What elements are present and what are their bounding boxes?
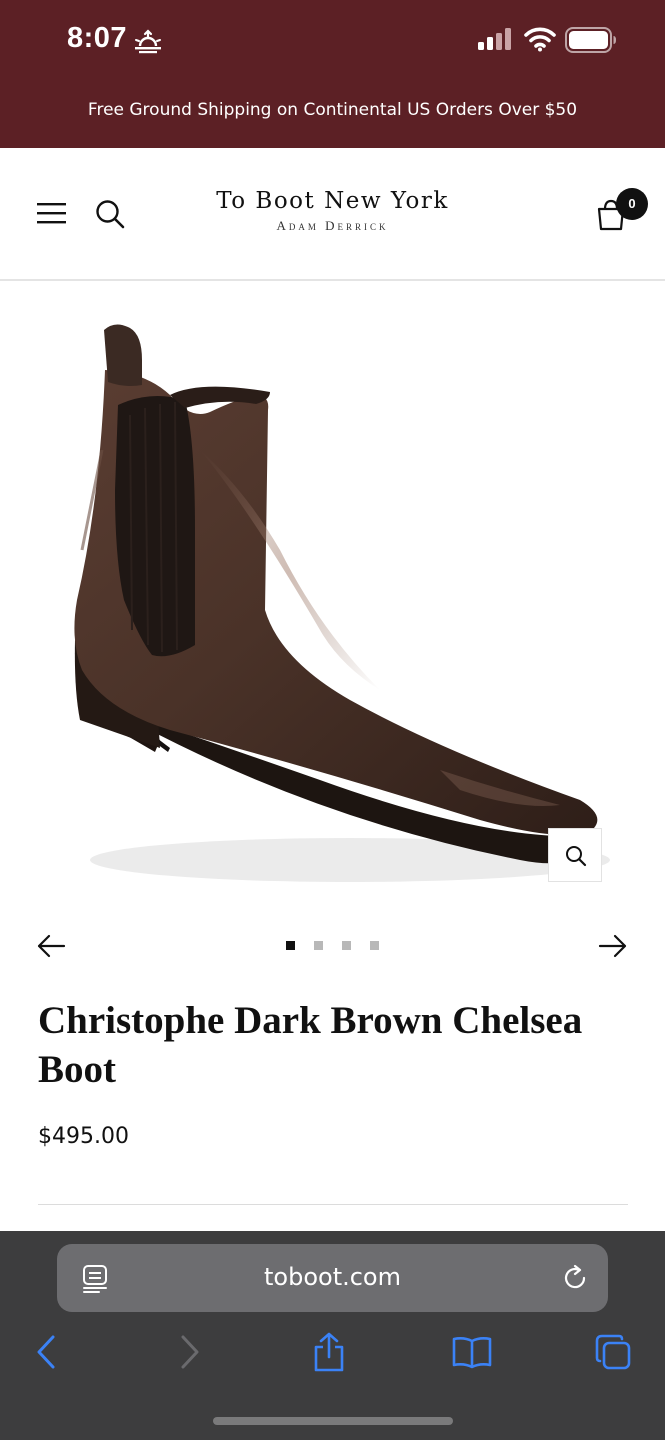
pagination-dot[interactable] — [342, 941, 351, 950]
battery-icon — [565, 27, 616, 53]
address-bar[interactable]: toboot.com — [57, 1244, 608, 1312]
pagination-dot[interactable] — [314, 941, 323, 950]
divider — [38, 1204, 628, 1205]
previous-image-arrow-icon[interactable] — [36, 933, 66, 959]
logo-main-text: To Boot New York — [216, 188, 449, 214]
status-bar: 8:07 — [0, 0, 665, 80]
site-header: To Boot New York Adam Derrick 0 — [0, 148, 665, 281]
status-time: 8:07 — [67, 22, 128, 54]
pagination-dot[interactable] — [370, 941, 379, 950]
next-image-arrow-icon[interactable] — [598, 933, 628, 959]
home-indicator — [213, 1417, 453, 1425]
site-logo[interactable]: To Boot New York Adam Derrick — [180, 188, 485, 234]
zoom-button[interactable] — [548, 828, 602, 882]
tabs-icon[interactable] — [594, 1333, 632, 1371]
wifi-icon — [524, 27, 556, 52]
browser-toolbar: toboot.com — [0, 1231, 665, 1440]
share-icon[interactable] — [312, 1331, 346, 1373]
forward-icon[interactable] — [178, 1334, 202, 1370]
promo-banner-text[interactable]: Free Ground Shipping on Continental US O… — [0, 100, 665, 120]
product-image[interactable] — [20, 300, 640, 910]
back-icon[interactable] — [34, 1334, 58, 1370]
zoom-icon — [566, 846, 587, 867]
product-title: Christophe Dark Brown Chelsea Boot — [38, 999, 583, 1091]
hamburger-menu-icon[interactable] — [36, 200, 68, 226]
sunrise-icon — [135, 29, 161, 54]
bookmarks-icon[interactable] — [452, 1335, 492, 1369]
search-icon[interactable] — [94, 198, 126, 230]
pagination-dot[interactable] — [286, 941, 295, 950]
product-price: $495.00 — [38, 1124, 129, 1149]
top-banner: 8:07 Free Ground Shipping on Continental… — [0, 0, 665, 148]
reload-icon[interactable] — [560, 1263, 590, 1293]
logo-sub-text: Adam Derrick — [276, 218, 389, 233]
cellular-signal-icon — [478, 28, 511, 50]
cart-count-badge[interactable]: 0 — [616, 188, 648, 220]
url-text[interactable]: toboot.com — [57, 1263, 608, 1291]
